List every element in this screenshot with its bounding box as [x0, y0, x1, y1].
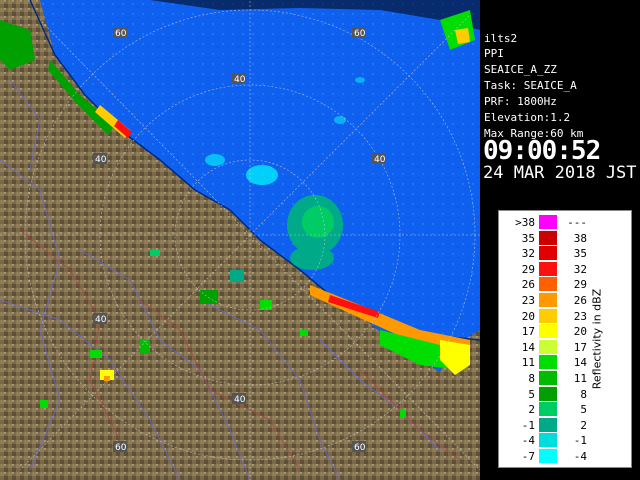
range-label-se60: 60 — [352, 441, 366, 453]
legend-row: 26 29 — [499, 277, 631, 292]
legend-high-value: -4 — [573, 450, 587, 463]
range-label-s40: 40 — [232, 393, 246, 405]
range-label-ne60: 60 — [352, 27, 366, 39]
legend-row: -1 2 — [499, 417, 631, 433]
svg-text:40: 40 — [95, 315, 107, 325]
legend-high-value: 32 — [573, 262, 587, 276]
legend-high-value: 5 — [580, 403, 587, 417]
legend-row: 35 38 — [499, 230, 631, 246]
legend-color-swatch — [539, 261, 557, 276]
svg-text:40: 40 — [234, 395, 246, 405]
range-label-w40: 40 — [93, 153, 107, 165]
svg-text:60: 60 — [354, 443, 366, 453]
legend-color-swatch — [539, 386, 557, 401]
legend-low-value: 26 — [521, 278, 535, 292]
legend-high-value: 26 — [573, 294, 587, 307]
legend-high-value: 20 — [573, 325, 587, 339]
svg-text:40: 40 — [234, 75, 246, 85]
info-panel: ilts2 PPI SEAICE_A_ZZ Task: SEAICE_A PRF… — [480, 0, 640, 480]
svg-text:40: 40 — [95, 155, 107, 165]
legend-row: -4 -1 — [499, 433, 631, 448]
legend-row: 58 — [499, 386, 631, 402]
legend-color-swatch — [539, 293, 557, 307]
legend-high-value: 2 — [580, 418, 587, 432]
legend-color-swatch — [539, 246, 557, 261]
legend-row: 23 26 — [499, 293, 631, 308]
legend-color-swatch — [539, 230, 557, 245]
legend-row: 32 35 — [499, 246, 631, 261]
legend-title: Reflectivity in dBZ — [590, 288, 604, 390]
legend-low-value: 11 — [521, 356, 535, 370]
legend-low-value: 8 — [528, 372, 535, 385]
legend-row: 25 — [499, 402, 631, 417]
legend-high-value: 29 — [573, 278, 587, 292]
range-label-nw60: 60 — [113, 27, 127, 39]
legend-low-value: 32 — [521, 247, 535, 261]
legend-low-value: 23 — [521, 294, 535, 307]
legend-low-value: 14 — [521, 340, 535, 354]
legend-low-value: >38 — [515, 216, 535, 229]
legend-high-value: 17 — [573, 340, 587, 354]
svg-text:60: 60 — [115, 443, 127, 453]
legend-high-value: 35 — [573, 247, 587, 261]
legend-low-value: 29 — [521, 262, 535, 276]
task-name: Task: SEAICE_A — [484, 79, 577, 92]
svg-text:40: 40 — [374, 155, 386, 165]
reflectivity-legend: >38 --- 35 38 32 35 29 32 26 29 23 26 20 23 17 20 14 17 11… — [498, 210, 632, 468]
legend-high-value: 38 — [573, 231, 587, 245]
legend-high-value: 14 — [573, 356, 587, 370]
prf-value: PRF: 1800Hz — [484, 95, 557, 108]
scan-date: 24 MAR 2018 JST — [483, 163, 637, 183]
svg-text:60: 60 — [354, 29, 366, 39]
legend-low-value: 17 — [521, 325, 535, 339]
legend-low-value: 5 — [528, 387, 535, 401]
range-label-n40: 40 — [232, 73, 246, 85]
legend-row: -7 -4 — [499, 449, 631, 464]
scan-time: 09:00:52 — [483, 136, 601, 166]
svg-text:60: 60 — [115, 29, 127, 39]
legend-high-value: 23 — [573, 309, 587, 323]
range-label-sw40: 40 — [93, 313, 107, 325]
legend-row: 17 20 — [499, 324, 631, 339]
legend-color-swatch — [539, 339, 557, 354]
legend-color-swatch — [539, 355, 557, 370]
legend-low-value: -4 — [521, 434, 535, 448]
range-label-e40: 40 — [372, 153, 386, 165]
legend-color-swatch — [539, 215, 557, 229]
legend-color-swatch — [539, 324, 557, 339]
scan-mode: PPI — [484, 47, 504, 60]
legend-high-value: --- — [567, 216, 587, 229]
legend-low-value: 20 — [521, 309, 535, 323]
legend-high-value: 11 — [573, 372, 587, 385]
legend-low-value: 35 — [521, 231, 535, 245]
legend-high-value: -1 — [573, 434, 587, 448]
legend-color-swatch — [539, 449, 557, 463]
legend-row: 14 17 — [499, 339, 631, 355]
radar-canvas: 40 40 40 40 40 60 60 60 60 — [0, 0, 480, 480]
elevation-value: Elevation:1.2 — [484, 111, 571, 124]
legend-row: 29 32 — [499, 261, 631, 277]
legend-color-swatch — [539, 433, 557, 448]
legend-row: 11 14 — [499, 355, 631, 370]
legend-color-swatch — [539, 402, 557, 417]
legend-color-swatch — [539, 308, 557, 323]
legend-low-value: -7 — [521, 450, 535, 463]
legend-high-value: 8 — [580, 387, 587, 401]
legend-low-value: 2 — [528, 403, 535, 417]
legend-color-swatch — [539, 371, 557, 385]
legend-color-swatch — [539, 277, 557, 292]
radar-ppi-map[interactable]: 40 40 40 40 40 60 60 60 60 — [0, 0, 480, 480]
legend-row: 8 11 — [499, 371, 631, 386]
legend-row: 20 23 — [499, 308, 631, 324]
legend-color-swatch — [539, 417, 557, 432]
legend-row: >38 --- — [499, 215, 631, 230]
product-name: SEAICE_A_ZZ — [484, 63, 557, 76]
range-label-sw60: 60 — [113, 441, 127, 453]
legend-low-value: -1 — [521, 418, 535, 432]
site-name: ilts2 — [484, 32, 518, 45]
